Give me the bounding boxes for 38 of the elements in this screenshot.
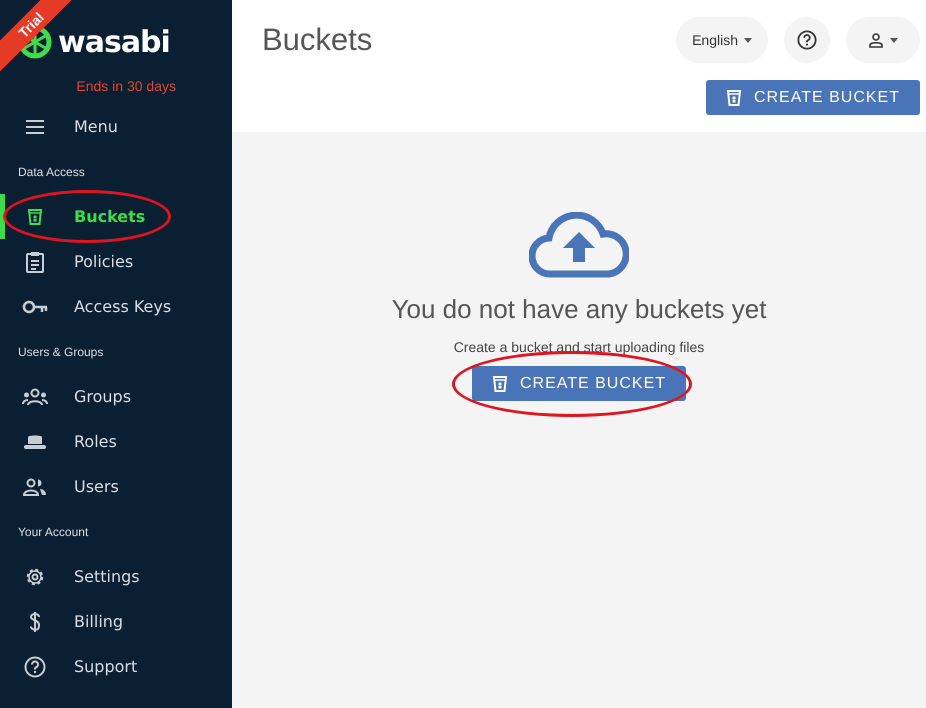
caret-icon xyxy=(890,38,898,42)
caret-icon xyxy=(744,38,752,42)
user-icon xyxy=(868,32,884,48)
help-icon xyxy=(24,656,46,678)
empty-state-heading: You do not have any buckets yet xyxy=(392,294,766,325)
nav-item[interactable]: Access Keys xyxy=(74,297,172,316)
dollar-icon xyxy=(29,612,41,632)
page-title: Buckets xyxy=(262,22,372,59)
nav-item[interactable]: Users xyxy=(74,477,119,496)
nav-item[interactable]: Groups xyxy=(74,387,132,406)
nav-item[interactable]: Policies xyxy=(74,252,134,271)
users-icon xyxy=(23,478,47,496)
section-title: Users & Groups xyxy=(18,344,104,358)
bucket-icon xyxy=(492,374,508,392)
cloud-upload-icon xyxy=(529,212,629,278)
nav-item[interactable]: Roles xyxy=(74,432,117,451)
trial-notice: Ends in 30 days xyxy=(76,78,176,94)
hat-icon xyxy=(23,434,47,450)
nav-item[interactable]: Billing xyxy=(74,612,124,631)
bucket-icon xyxy=(726,88,742,106)
logo-text: wasabi xyxy=(58,24,170,60)
nav-item[interactable]: Buckets xyxy=(74,207,146,226)
nav-item[interactable]: Settings xyxy=(74,567,140,586)
create-bucket-button[interactable]: CREATE BUCKET xyxy=(706,80,920,115)
help-icon xyxy=(797,30,817,50)
create-bucket-button[interactable]: CREATE BUCKET xyxy=(472,366,686,401)
user-menu-button[interactable] xyxy=(846,17,920,63)
menu-icon[interactable] xyxy=(26,120,44,134)
help-button[interactable] xyxy=(784,17,830,63)
section-title: Your Account xyxy=(18,524,88,538)
menu-label: Menu xyxy=(74,117,118,136)
nav-item[interactable]: Support xyxy=(74,657,138,676)
bucket-icon xyxy=(27,208,43,226)
clipboard-icon xyxy=(25,250,45,272)
section-title: Data Access xyxy=(18,164,85,178)
group-icon xyxy=(22,388,48,406)
key-icon xyxy=(22,300,48,314)
language-selector[interactable]: English xyxy=(676,17,768,63)
